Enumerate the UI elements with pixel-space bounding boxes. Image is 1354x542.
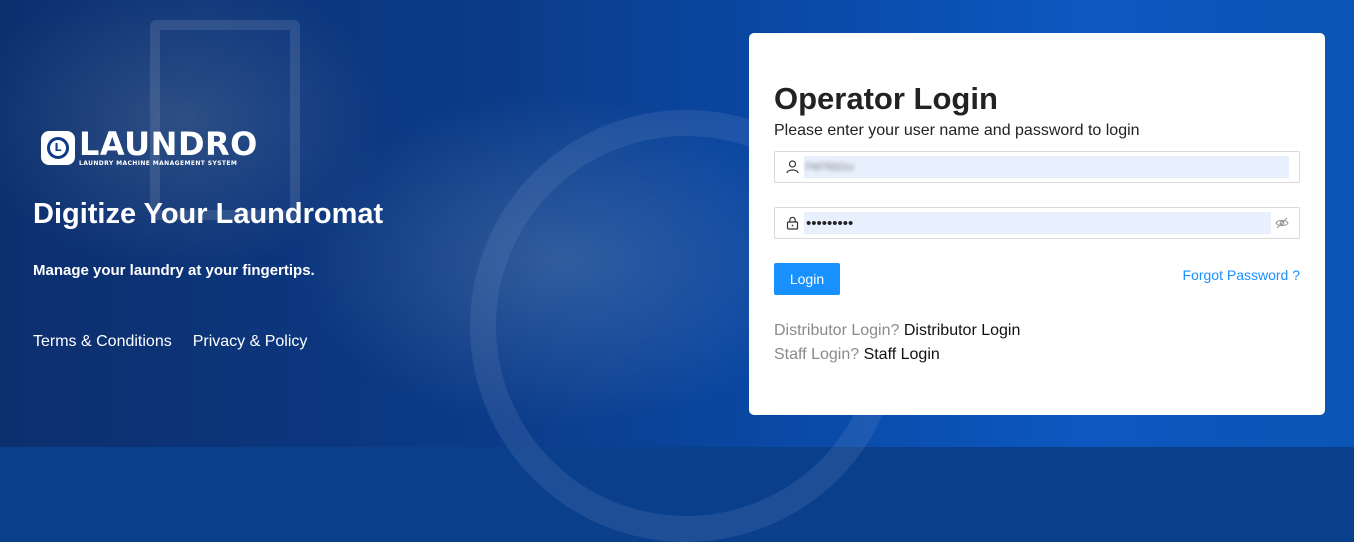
forgot-password-link[interactable]: Forgot Password ?	[1183, 267, 1301, 283]
logo-word: LAUNDRO	[79, 125, 258, 163]
login-subtitle: Please enter your user name and password…	[774, 122, 1140, 139]
username-field[interactable]	[774, 151, 1300, 183]
logo-badge: L	[41, 130, 75, 165]
staff-prompt: Staff Login?	[774, 346, 860, 363]
distributor-prompt: Distributor Login?	[774, 322, 900, 339]
privacy-link[interactable]: Privacy & Policy	[193, 333, 308, 351]
eye-invisible-icon[interactable]	[1275, 217, 1289, 229]
staff-login-row: Staff Login? Staff Login	[774, 346, 940, 364]
user-icon	[786, 160, 799, 174]
terms-link[interactable]: Terms & Conditions	[33, 333, 172, 351]
username-input[interactable]	[806, 161, 1289, 173]
hero-headline: Digitize Your Laundromat	[33, 198, 384, 230]
distributor-login-row: Distributor Login? Distributor Login	[774, 322, 1020, 340]
footer-links: Terms & Conditions Privacy & Policy	[33, 333, 307, 351]
logo-text: LAUNDRO LAUNDRY MACHINE MANAGEMENT SYSTE…	[79, 128, 258, 167]
password-input[interactable]	[806, 214, 1271, 232]
page-title: Operator Login	[774, 81, 998, 116]
staff-login-link[interactable]: Staff Login	[864, 346, 940, 363]
brand-logo: L LAUNDRO LAUNDRY MACHINE MANAGEMENT SYS…	[41, 128, 258, 167]
password-autofill	[804, 212, 1271, 234]
login-button[interactable]: Login	[774, 263, 840, 295]
login-card: Operator Login Please enter your user na…	[749, 33, 1325, 415]
password-field[interactable]	[774, 207, 1300, 239]
lock-icon	[786, 216, 799, 230]
logo-mark: L	[47, 136, 69, 159]
logo-tagline: LAUNDRY MACHINE MANAGEMENT SYSTEM	[79, 160, 238, 167]
hero-tagline: Manage your laundry at your fingertips.	[33, 262, 315, 279]
hero-panel: L LAUNDRO LAUNDRY MACHINE MANAGEMENT SYS…	[33, 0, 653, 447]
username-autofill	[804, 156, 1289, 178]
distributor-login-link[interactable]: Distributor Login	[904, 322, 1021, 339]
